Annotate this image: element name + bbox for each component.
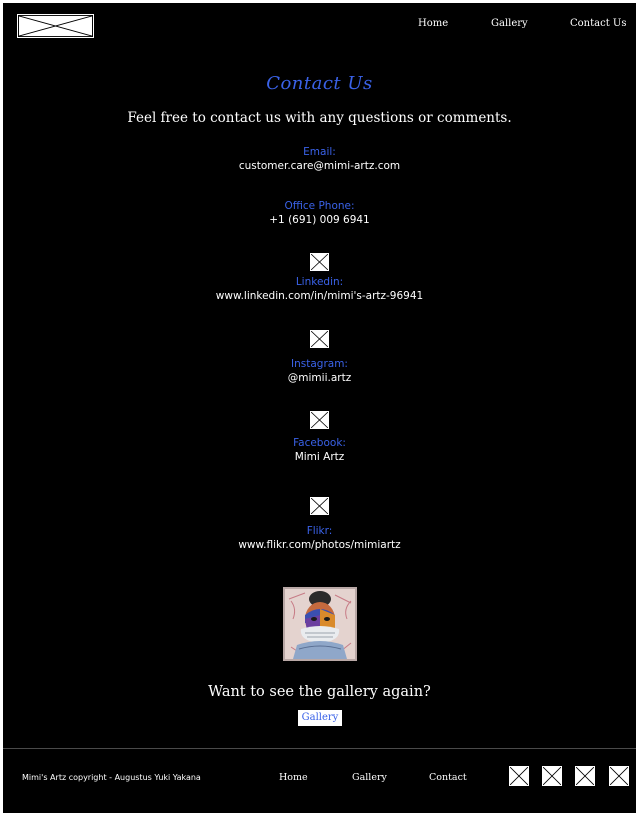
social-placeholder-icon[interactable] (609, 766, 629, 786)
footer-divider (3, 748, 636, 749)
logo-placeholder-icon[interactable] (17, 14, 94, 38)
nav-home-link[interactable]: Home (418, 18, 448, 29)
footer-gallery-link[interactable]: Gallery (352, 772, 387, 783)
facebook-label: Facebook: (293, 437, 346, 449)
footer-home-link[interactable]: Home (279, 772, 308, 783)
footer-contact-link[interactable]: Contact (429, 772, 467, 783)
social-placeholder-icon[interactable] (542, 766, 562, 786)
facebook-icon[interactable] (310, 411, 329, 429)
gallery-button[interactable]: Gallery (298, 710, 342, 726)
flikr-value[interactable]: www.flikr.com/photos/mimiartz (3, 539, 636, 551)
gallery-prompt-heading: Want to see the gallery again? (208, 684, 431, 700)
instagram-icon[interactable] (310, 330, 329, 348)
linkedin-value[interactable]: www.linkedin.com/in/mimi's-artz-96941 (3, 290, 636, 302)
email-label: Email: (303, 146, 336, 158)
artwork-thumbnail-image[interactable] (283, 587, 357, 661)
instagram-value[interactable]: @mimii.artz (3, 372, 636, 384)
nav-gallery-link[interactable]: Gallery (491, 18, 528, 29)
phone-value[interactable]: +1 (691) 009 6941 (3, 214, 636, 226)
linkedin-label: Linkedin: (295, 276, 344, 288)
footer-copyright: Mimi's Artz copyright - Augustus Yuki Ya… (22, 773, 201, 782)
social-placeholder-icon[interactable] (575, 766, 595, 786)
linkedin-icon[interactable] (310, 253, 329, 271)
instagram-label: Instagram: (291, 358, 348, 370)
flikr-label: Flikr: (306, 525, 333, 537)
flikr-icon[interactable] (310, 497, 329, 515)
intro-text: Feel free to contact us with any questio… (127, 110, 512, 126)
facebook-value[interactable]: Mimi Artz (3, 451, 636, 463)
email-value[interactable]: customer.care@mimi-artz.com (3, 160, 636, 172)
contact-page: Home Gallery Contact Us Contact Us Feel … (3, 3, 636, 813)
nav-contact-link[interactable]: Contact Us (570, 18, 626, 29)
social-placeholder-icon[interactable] (509, 766, 529, 786)
phone-label: Office Phone: (284, 200, 355, 212)
page-title: Contact Us (266, 73, 373, 94)
